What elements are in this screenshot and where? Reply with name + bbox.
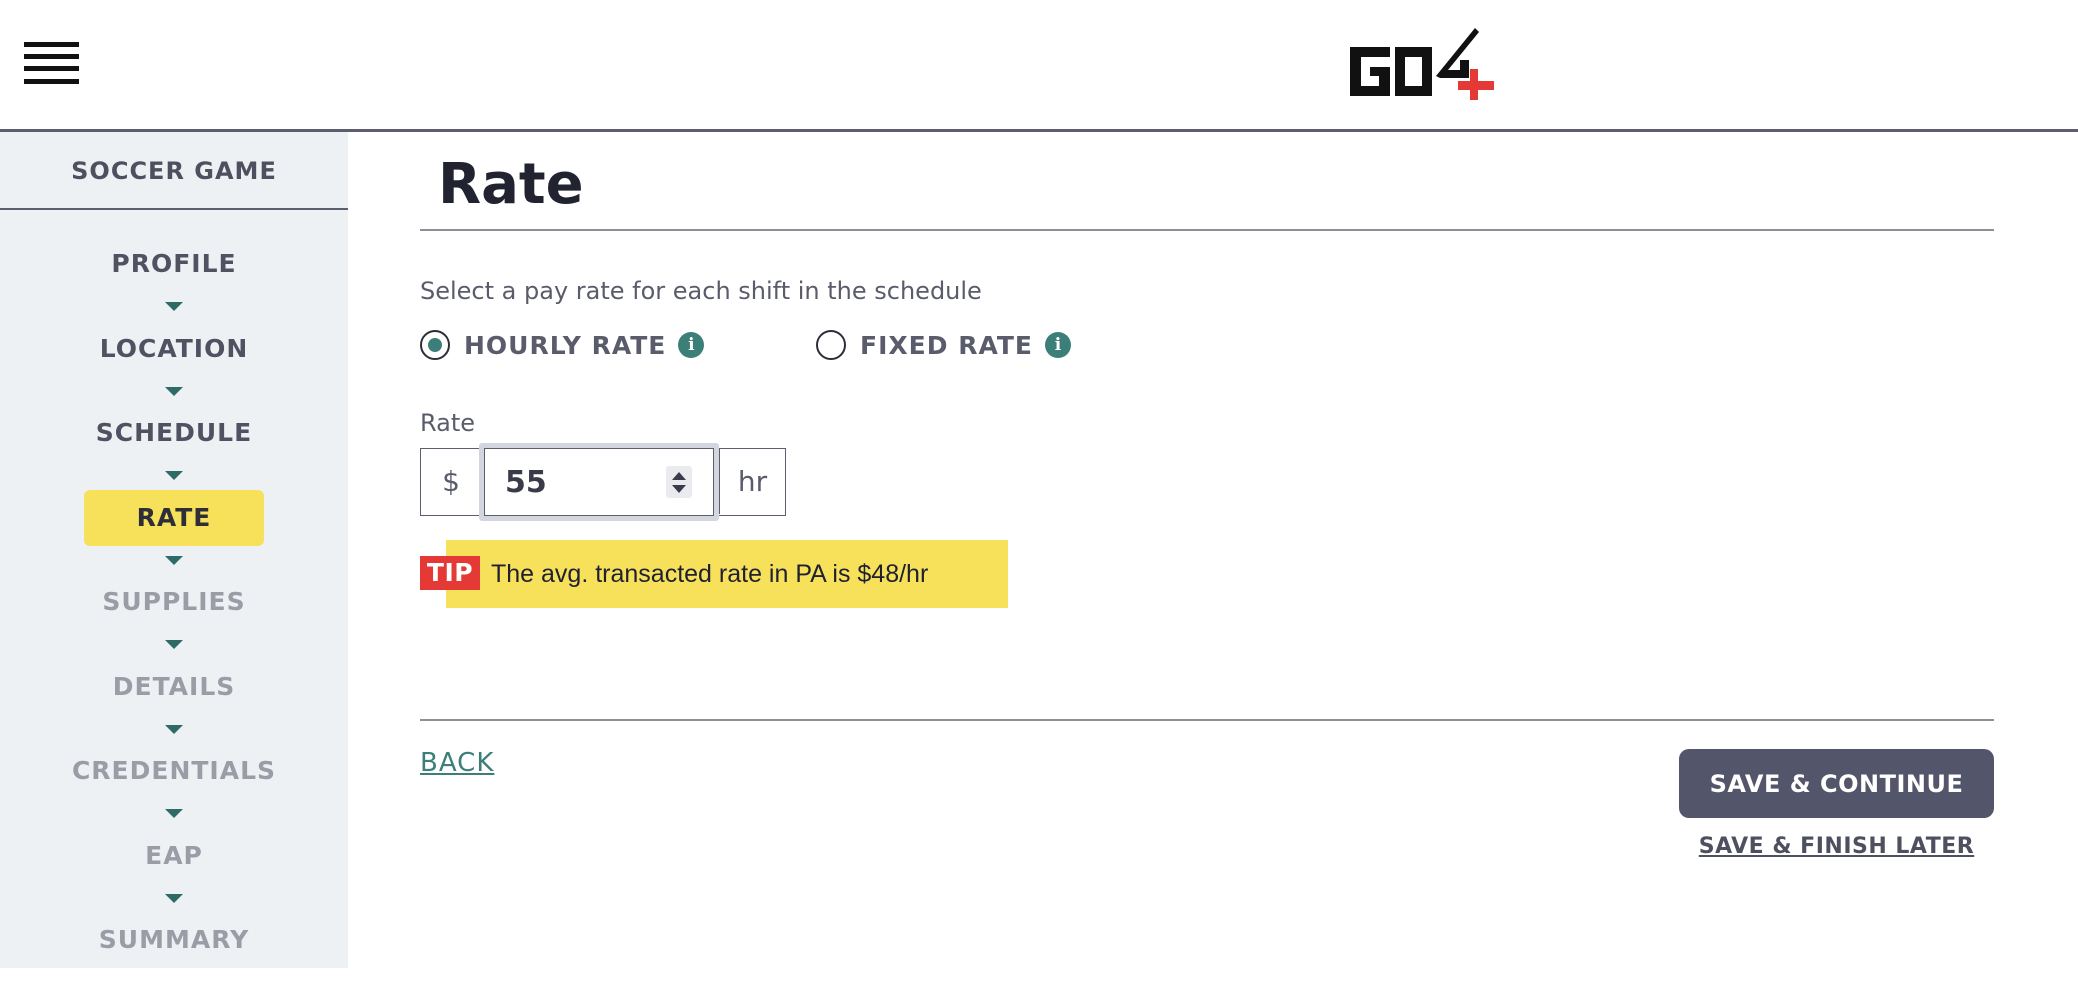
hourly-rate-option[interactable]: HOURLY RATE i — [420, 330, 705, 360]
rate-input-focus-ring — [479, 443, 719, 521]
chevron-down-icon — [165, 386, 183, 396]
step-label: SCHEDULE — [95, 418, 253, 447]
chevron-down-icon — [165, 302, 183, 311]
actions-divider — [420, 719, 1994, 721]
step-details: DETAILS — [0, 659, 348, 744]
step-credentials: CREDENTIALS — [0, 743, 348, 828]
rate-field-label: Rate — [420, 409, 476, 437]
step-label: EAP — [145, 840, 203, 870]
go4-logo[interactable] — [1348, 26, 1498, 100]
chevron-down-icon — [165, 555, 183, 565]
page-title: Rate — [438, 152, 584, 217]
chevron-down-icon — [165, 893, 183, 903]
hourly-rate-label[interactable]: HOURLY RATE — [464, 331, 666, 360]
hourly-rate-radio[interactable] — [420, 330, 450, 360]
chevron-down-icon — [165, 724, 183, 734]
title-divider — [420, 229, 1994, 231]
chevron-down-icon — [165, 809, 183, 818]
chevron-down-icon — [165, 640, 183, 649]
step-label: LOCATION — [99, 333, 249, 363]
wizard-steps: PROFILE LOCATION SCHEDULE RATE SUPPLIES … — [0, 236, 348, 997]
step-label: SUPPLIES — [102, 587, 246, 616]
sidebar-title: SOCCER GAME — [0, 132, 348, 210]
step-label: CREDENTIALS — [71, 756, 277, 785]
info-icon[interactable]: i — [678, 332, 705, 358]
fixed-rate-radio[interactable] — [816, 330, 846, 360]
currency-symbol: $ — [421, 449, 482, 514]
step-profile[interactable]: PROFILE — [0, 236, 348, 321]
rate-field-group: $ hr — [420, 443, 786, 521]
step-supplies: SUPPLIES — [0, 574, 348, 659]
hamburger-menu-icon[interactable] — [24, 42, 79, 84]
spin-up-icon[interactable] — [672, 472, 686, 480]
step-label: SUMMARY — [98, 925, 250, 954]
app-header — [0, 0, 2078, 132]
step-rate[interactable]: RATE — [0, 489, 348, 575]
save-finish-later-link[interactable]: SAVE & FINISH LATER — [1679, 834, 1994, 859]
rate-unit: hr — [719, 449, 785, 514]
step-summary: SUMMARY — [0, 912, 348, 997]
step-eap: EAP — [0, 828, 348, 913]
save-continue-button[interactable]: SAVE & CONTINUE — [1679, 749, 1994, 818]
step-label: DETAILS — [112, 671, 236, 701]
back-link[interactable]: BACK — [420, 748, 494, 778]
rate-instruction: Select a pay rate for each shift in the … — [420, 277, 982, 305]
step-label: RATE — [84, 489, 264, 546]
chevron-down-icon — [165, 471, 183, 480]
tip-text: The avg. transacted rate in PA is $48/hr — [491, 560, 929, 588]
fixed-rate-label[interactable]: FIXED RATE — [860, 331, 1033, 360]
fixed-rate-option[interactable]: FIXED RATE i — [816, 330, 1071, 360]
step-label: PROFILE — [111, 249, 237, 278]
step-location[interactable]: LOCATION — [0, 321, 348, 406]
tip-badge: TIP — [420, 556, 480, 590]
step-schedule[interactable]: SCHEDULE — [0, 405, 348, 490]
rate-stepper[interactable] — [666, 466, 692, 498]
wizard-sidebar: SOCCER GAME PROFILE LOCATION SCHEDULE RA… — [0, 132, 348, 968]
spin-down-icon[interactable] — [672, 485, 686, 493]
info-icon[interactable]: i — [1044, 332, 1071, 358]
